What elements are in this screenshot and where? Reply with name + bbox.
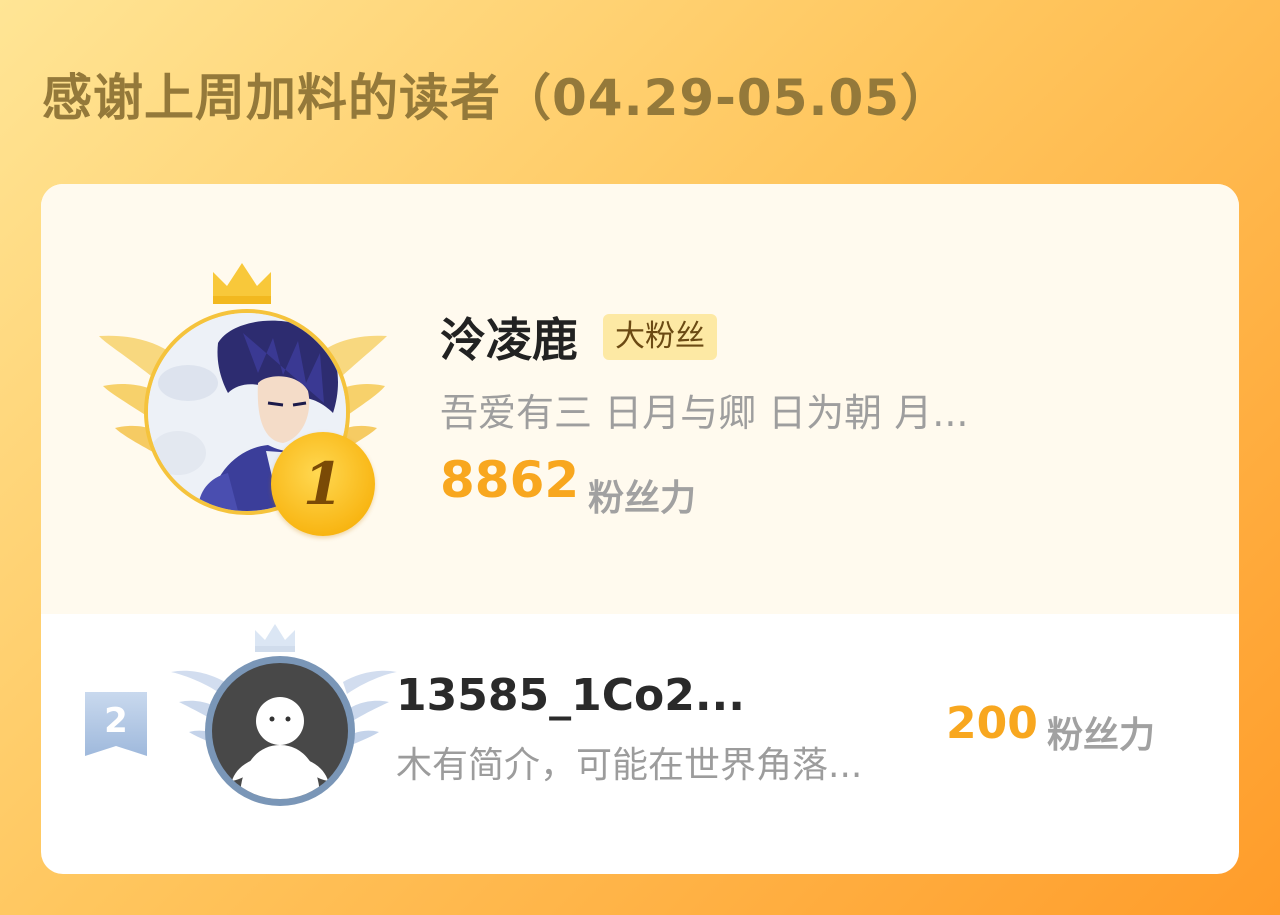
leaderboard-page: 感谢上周加料的读者（04.29-05.05） 1 泠凌鹿 大粉丝 吾爱有三 日月… [0, 0, 1280, 915]
rank-1-score-unit: 粉丝力 [588, 478, 697, 519]
rank-2-bio: 木有简介，可能在世界角落... [396, 745, 863, 786]
rank-1-score: 8862 [440, 451, 580, 509]
rank-2-score: 200 [946, 698, 1038, 749]
page-title: 感谢上周加料的读者（04.29-05.05） [42, 69, 952, 127]
rank-2-number: 2 [104, 701, 128, 741]
leaderboard-card: 1 泠凌鹿 大粉丝 吾爱有三 日月与卿 日为朝 月... 8862 粉丝力 2 [41, 184, 1239, 874]
rank-2-flag-icon: 2 [85, 692, 147, 756]
rank-2-score-unit: 粉丝力 [1047, 715, 1156, 756]
rank-1-username[interactable]: 泠凌鹿 [440, 304, 578, 370]
rank-1-badge: 1 [271, 432, 375, 536]
rank-1-bio: 吾爱有三 日月与卿 日为朝 月... [440, 391, 969, 435]
fan-level-tag: 大粉丝 [603, 314, 717, 360]
default-user-avatar[interactable] [205, 656, 355, 806]
rank-1-entry[interactable]: 1 泠凌鹿 大粉丝 吾爱有三 日月与卿 日为朝 月... 8862 粉丝力 [41, 184, 1239, 614]
rank-2-username[interactable]: 13585_1Co2... [396, 670, 745, 721]
ghost-user-icon [232, 697, 328, 799]
